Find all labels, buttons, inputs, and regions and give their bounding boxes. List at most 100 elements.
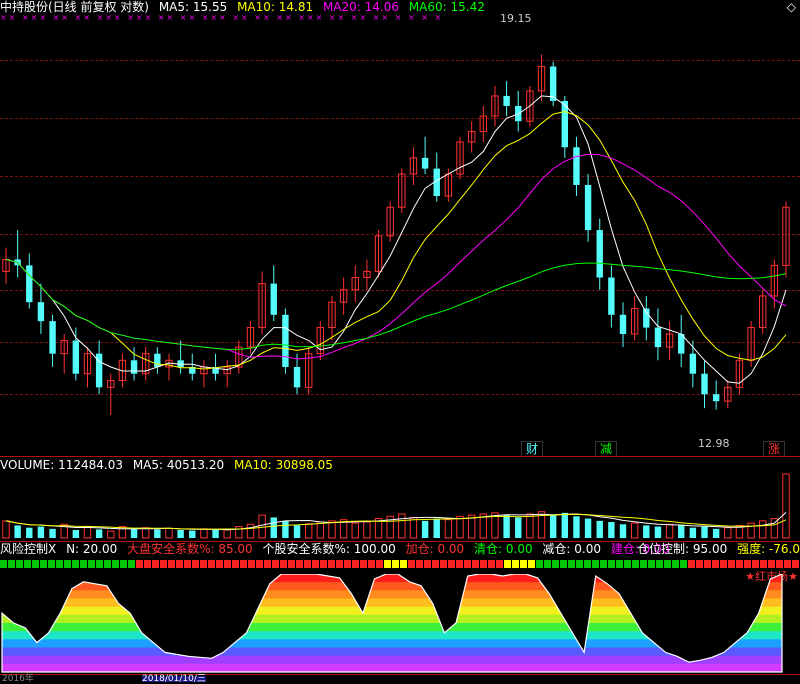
risk-band bbox=[2, 582, 782, 591]
volume-bar-up bbox=[304, 523, 313, 539]
risk-band bbox=[2, 598, 782, 608]
volume-bar-down bbox=[712, 528, 720, 538]
signal-cell bbox=[128, 560, 135, 568]
volume-bar-up bbox=[665, 523, 674, 539]
volume-bar-down bbox=[701, 526, 708, 538]
signal-cell bbox=[784, 560, 791, 568]
signal-cell bbox=[448, 560, 455, 568]
signal-cell bbox=[704, 560, 711, 568]
signal-cell bbox=[264, 560, 271, 568]
signal-cell bbox=[344, 560, 351, 568]
signal-cell bbox=[608, 560, 615, 568]
signal-cell bbox=[584, 560, 591, 568]
signal-cell bbox=[328, 560, 335, 568]
risk-indicator-name: 风险控制X bbox=[0, 542, 57, 556]
signal-cell bbox=[528, 560, 535, 568]
volume-ma5-label: MA5: 40513.20 bbox=[132, 458, 225, 472]
cursor-date-label[interactable]: 2018/01/10/三 bbox=[142, 675, 206, 684]
signal-cell bbox=[320, 560, 327, 568]
reduce-position-value: 减仓: 0.00 bbox=[542, 542, 601, 556]
volume-bar-down bbox=[643, 525, 650, 538]
volume-bar-up bbox=[526, 513, 534, 539]
volume-bar-down bbox=[619, 524, 627, 538]
signal-cell bbox=[80, 560, 87, 568]
volume-bar-down bbox=[596, 520, 603, 538]
volume-bar-down bbox=[503, 515, 510, 538]
event-tag-zhang[interactable]: 涨 bbox=[763, 441, 786, 457]
volume-bar-down bbox=[177, 530, 184, 538]
event-tag-jian[interactable]: 减 bbox=[595, 441, 618, 457]
volume-bar-down bbox=[293, 525, 301, 538]
signal-cell bbox=[776, 560, 783, 568]
signal-cell bbox=[152, 560, 159, 568]
signal-cell bbox=[136, 560, 143, 568]
signal-cell bbox=[376, 560, 383, 568]
risk-band bbox=[2, 623, 782, 632]
risk-band bbox=[2, 647, 782, 657]
volume-bar-down bbox=[49, 528, 56, 538]
risk-band bbox=[2, 590, 782, 599]
volume-bar-down bbox=[678, 525, 685, 538]
stock-title: 中持股份(日线 前复权 对数) bbox=[0, 0, 149, 14]
add-position-value: 加仓: 0.00 bbox=[405, 542, 465, 556]
signal-cell bbox=[432, 560, 439, 568]
strength-value: 强度: -76.0 bbox=[737, 542, 800, 556]
signal-cell bbox=[104, 560, 111, 568]
volume-bar-down bbox=[654, 526, 662, 538]
axis-year-label: 2016年 bbox=[2, 674, 34, 684]
ma10-label: MA10: 14.81 bbox=[237, 0, 314, 14]
signal-cell bbox=[736, 560, 743, 568]
ma60-label: MA60: 15.42 bbox=[408, 0, 485, 14]
volume-bar-up bbox=[328, 520, 336, 539]
signal-cell bbox=[792, 560, 799, 568]
volume-bar-up bbox=[2, 520, 10, 539]
window-control-icon[interactable]: ◇ bbox=[787, 0, 796, 14]
signal-cell bbox=[568, 560, 575, 568]
event-tag-cai[interactable]: 财 bbox=[521, 441, 544, 457]
high-price-mark: 19.15 bbox=[500, 12, 532, 25]
volume-bar-down bbox=[561, 512, 569, 538]
stock-safety-value: 个股安全系数%: 100.00 bbox=[262, 542, 396, 556]
candle-body-down bbox=[619, 314, 627, 335]
candle-body-down bbox=[712, 394, 720, 402]
volume-bar-up bbox=[456, 515, 464, 539]
signal-cell bbox=[208, 560, 215, 568]
volume-bar-up bbox=[142, 527, 150, 539]
volume-bar-down bbox=[515, 517, 522, 538]
signal-cell bbox=[624, 560, 631, 568]
volume-bar-down bbox=[549, 515, 557, 538]
ma5-label: MA5: 15.55 bbox=[158, 0, 228, 14]
volume-bar-up bbox=[235, 526, 243, 539]
signal-cell bbox=[200, 560, 207, 568]
candle-body-down bbox=[549, 66, 557, 101]
volume-bar-up bbox=[165, 527, 173, 539]
candle-body-down bbox=[154, 353, 161, 367]
volume-bar-down bbox=[270, 517, 277, 538]
signal-cell bbox=[496, 560, 503, 568]
ma60-line bbox=[5, 258, 787, 350]
signal-cell bbox=[720, 560, 727, 568]
volume-bar-down bbox=[72, 530, 80, 538]
volume-bar-down bbox=[573, 516, 580, 538]
ma5-line bbox=[5, 95, 787, 384]
volume-bar-down bbox=[212, 529, 219, 538]
candle-body-down bbox=[49, 321, 56, 354]
signal-cell bbox=[744, 560, 751, 568]
signal-cell bbox=[304, 560, 311, 568]
signal-cell bbox=[288, 560, 295, 568]
signal-cell bbox=[688, 560, 695, 568]
volume-bar-up bbox=[316, 521, 325, 539]
candle-body-down bbox=[26, 265, 33, 303]
signal-cell bbox=[392, 560, 399, 568]
signal-cell bbox=[32, 560, 39, 568]
volume-bar-up bbox=[107, 530, 115, 539]
candle-body-down bbox=[421, 157, 429, 169]
signal-cell bbox=[168, 560, 175, 568]
volume-bar-down bbox=[189, 530, 196, 538]
signal-cell bbox=[56, 560, 63, 568]
risk-band bbox=[2, 606, 782, 616]
volume-bar-down bbox=[689, 527, 697, 538]
candle-body-down bbox=[608, 277, 615, 315]
signal-cell bbox=[552, 560, 559, 568]
signal-cell bbox=[112, 560, 119, 568]
